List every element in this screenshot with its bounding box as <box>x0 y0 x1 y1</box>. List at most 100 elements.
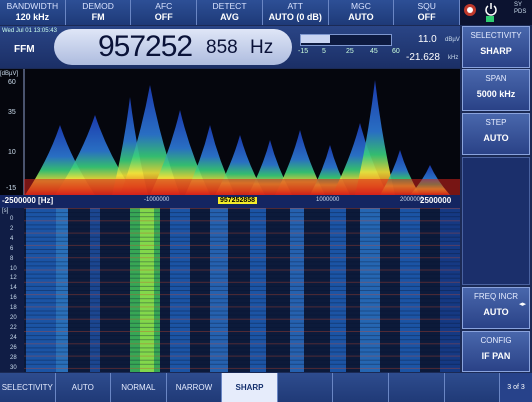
scale-tick: 45 <box>370 48 378 55</box>
waterfall-line <box>24 359 460 361</box>
button-value: 5000 kHz <box>476 89 516 99</box>
y-tick: -15 <box>6 185 17 192</box>
param-value: AVG <box>220 12 239 22</box>
button-title: CONFIG <box>480 336 512 345</box>
param-value: AUTO <box>348 12 374 22</box>
waterfall-line <box>24 220 460 222</box>
wf-tick: 8 <box>10 255 14 262</box>
param-value: AUTO (0 dB) <box>268 12 322 22</box>
scale-tick: -15 <box>298 48 309 55</box>
softkey-narrow[interactable]: NARROW <box>166 373 223 402</box>
softkey-selectivity[interactable]: SELECTIVITY <box>0 373 56 402</box>
offset-unit: kHz <box>448 55 459 61</box>
waterfall-line <box>24 343 460 345</box>
param-detect[interactable]: DETECT AVG <box>197 0 263 25</box>
button-value: IF PAN <box>481 351 511 361</box>
top-parameter-bar: BANDWIDTH 120 kHz DEMOD FM AFC OFF DETECT AV… <box>0 0 461 25</box>
param-value: OFF <box>417 12 436 22</box>
button-value: AUTO <box>483 307 509 317</box>
scale-tick: 5 <box>322 48 326 55</box>
waterfall-line <box>24 249 460 250</box>
spectrum-graph <box>23 69 460 195</box>
waterfall-line <box>24 265 460 267</box>
waterfall-line <box>24 331 460 332</box>
softkey-auto[interactable]: AUTO <box>55 373 112 402</box>
waterfall-line <box>24 240 460 242</box>
waterfall-line <box>24 257 460 259</box>
span-button[interactable]: SPAN 5000 kHz <box>462 69 530 111</box>
waterfall-line <box>24 244 460 246</box>
waterfall-line <box>24 322 460 324</box>
waterfall-line <box>24 310 460 312</box>
right-panel-empty <box>462 157 530 285</box>
button-title: SELECTIVITY <box>470 31 522 40</box>
waterfall-line <box>24 363 460 365</box>
param-afc[interactable]: AFC OFF <box>131 0 198 25</box>
waterfall-line <box>24 277 460 279</box>
waterfall-line <box>24 236 460 238</box>
noise-floor <box>24 179 460 195</box>
param-demod[interactable]: DEMOD FM <box>66 0 132 25</box>
waterfall-line <box>24 314 460 316</box>
waterfall-line <box>24 232 460 234</box>
waterfall-line <box>24 285 460 287</box>
param-squ[interactable]: SQU OFF <box>394 0 461 25</box>
waterfall-line <box>24 253 460 255</box>
param-label: SQU <box>417 1 436 11</box>
waterfall-line <box>24 261 460 263</box>
config-button[interactable]: CONFIG IF PAN <box>462 331 530 372</box>
mode-label[interactable]: FFM <box>14 44 35 55</box>
wf-tick: 16 <box>10 295 17 302</box>
wf-tick: 20 <box>10 315 17 321</box>
param-value: OFF <box>154 12 173 22</box>
param-value: 120 kHz <box>15 12 50 22</box>
wf-tick: 14 <box>10 285 17 292</box>
param-mgc[interactable]: MGC AUTO <box>329 0 395 25</box>
frequency-sub: 858 <box>206 37 238 58</box>
waterfall-line <box>24 351 460 353</box>
waterfall-line <box>24 355 460 357</box>
waterfall-line <box>24 339 460 341</box>
softkey-empty[interactable] <box>333 373 389 402</box>
frequency-main: 957252 <box>98 30 193 63</box>
waterfall-line <box>24 347 460 349</box>
wf-tick: 22 <box>10 324 17 331</box>
step-button[interactable]: STEP AUTO <box>462 113 530 155</box>
param-label: MGC <box>351 1 371 11</box>
param-label: DEMOD <box>82 1 114 11</box>
frequency-unit: Hz <box>250 37 274 58</box>
wf-tick: 18 <box>10 305 17 312</box>
wf-tick: 28 <box>10 354 17 361</box>
level-bar-fill <box>301 35 331 43</box>
waterfall-line <box>24 290 460 291</box>
waterfall-display[interactable]: [s] 0 2 4 6 8 10 12 14 16 18 20 22 24 26 28 30 <box>0 208 460 372</box>
waterfall-line <box>24 294 460 296</box>
scale-tick: 25 <box>346 48 354 55</box>
softkey-empty[interactable] <box>277 373 334 402</box>
spectrum-display[interactable]: [dBµV] 60 35 10 -15 <box>0 69 460 195</box>
waterfall-line <box>24 318 460 320</box>
waterfall-line <box>24 212 460 214</box>
softkey-normal[interactable]: NORMAL <box>111 373 167 402</box>
axis-tick: -1000000 <box>144 197 170 203</box>
softkey-sharp[interactable]: SHARP <box>222 373 278 402</box>
freq-incr-button[interactable]: FREQ INCR AUTO ◂▸ <box>462 287 530 329</box>
waterfall-line <box>24 281 460 283</box>
softkey-empty[interactable] <box>388 373 445 402</box>
wf-tick: 10 <box>10 265 17 272</box>
y-unit: [dBµV] <box>0 71 19 77</box>
waterfall-line <box>24 335 460 337</box>
wf-tick: 12 <box>10 275 17 282</box>
page-indicator[interactable]: 3 of 3 <box>500 373 532 402</box>
button-value: AUTO <box>483 133 509 143</box>
status-icons-area: SY PDS <box>460 0 532 25</box>
wf-tick: 24 <box>10 334 17 341</box>
param-label: BANDWIDTH <box>6 1 59 11</box>
param-bandwidth[interactable]: BANDWIDTH 120 kHz <box>0 0 66 25</box>
y-tick: 35 <box>8 109 16 116</box>
softkey-empty[interactable] <box>444 373 501 402</box>
param-att[interactable]: ATT AUTO (0 dB) <box>263 0 329 25</box>
frequency-marker[interactable]: 957252858 <box>218 197 258 204</box>
selectivity-button[interactable]: SELECTIVITY SHARP <box>462 26 530 68</box>
param-value: FM <box>91 12 105 22</box>
